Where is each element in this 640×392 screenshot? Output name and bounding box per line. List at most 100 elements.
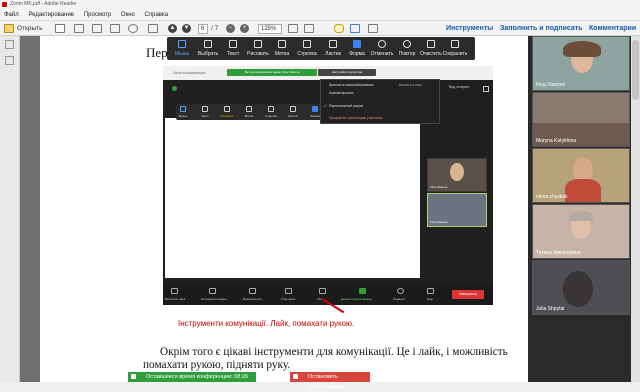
video-name-4: Тетяна Миколаївна	[536, 250, 581, 256]
page-number-input[interactable]: 6	[198, 24, 208, 34]
window-title: Zoom MK.pdf - Adobe Reader	[10, 1, 77, 7]
menu-window[interactable]: Окно	[121, 9, 135, 21]
check-icon: ✓	[324, 103, 328, 108]
page-total: / 7	[211, 25, 219, 32]
shared-whiteboard	[165, 118, 420, 278]
navigation-panel	[0, 36, 20, 382]
menu-help[interactable]: Справка	[145, 9, 169, 21]
inner-draw-label: Рисовать	[220, 114, 234, 118]
arrow-tool-icon[interactable]	[303, 40, 311, 48]
fullscreen-icon	[483, 86, 489, 92]
stop-share-button[interactable]: Остановить демонстрацию	[290, 372, 370, 390]
save-tool[interactable]: Сохранить	[440, 51, 470, 57]
inner-mouse-icon	[180, 106, 186, 112]
shape-tool-icon[interactable]	[353, 40, 361, 48]
window-title-bar: Zoom MK.pdf - Adobe Reader	[0, 0, 640, 9]
open-button[interactable]: Открыть	[17, 24, 43, 34]
figure-caption: Інструменти комунікації. Лайк, помахати …	[178, 319, 355, 328]
security-shield-icon	[172, 86, 177, 91]
embedded-mute-label: Включить звук	[165, 297, 186, 301]
inner-eraser-label: Ластик	[288, 114, 298, 118]
gallery-view-label: Вид галереи	[449, 85, 470, 89]
pdf-icon	[2, 2, 7, 7]
save-icon[interactable]	[74, 24, 84, 33]
undo-icon[interactable]	[378, 40, 386, 48]
menu-bar: Файл Редактирование Просмотр Окно Справк…	[0, 9, 640, 21]
view-options-button: Настройки просмотра	[318, 69, 376, 76]
video-tile-2: Maryna Katykhina	[532, 92, 630, 147]
participant-silhouette	[563, 271, 593, 307]
video-tile-4: Тетяна Миколаївна	[532, 204, 630, 259]
attachments-icon[interactable]	[5, 56, 14, 65]
inner-mouse-label: Мышь	[178, 114, 188, 118]
page-up-icon[interactable]: ▲	[168, 24, 177, 33]
embedded-participant-name-2: Irina Vlasova	[430, 220, 448, 224]
participant-shirt	[565, 179, 601, 202]
scrollbar-thumb[interactable]	[632, 40, 639, 100]
dropdown-item-stop-share: Прекратить трансляцию участника	[329, 116, 383, 120]
inner-eraser-icon	[290, 106, 296, 112]
inner-text-label: Текст	[201, 114, 209, 118]
sign-icon[interactable]	[368, 24, 378, 33]
zoom-out-icon[interactable]: −	[226, 24, 235, 33]
save-tool-icon[interactable]	[451, 40, 459, 48]
annotation-toolbar: Мышь Выбрать Текст Рисовать Метка Стрелк…	[167, 37, 475, 60]
select-tool-icon[interactable]	[204, 40, 212, 48]
video-name-3: olena chystiak	[536, 194, 568, 200]
wall-background	[533, 93, 629, 123]
stop-square-icon	[293, 374, 298, 379]
eraser-tool-icon[interactable]	[329, 40, 337, 48]
print-icon[interactable]	[92, 24, 102, 33]
menu-view[interactable]: Просмотр	[84, 9, 111, 21]
video-tile-5: Julia Shpytal	[532, 260, 630, 315]
mouse-tool-icon[interactable]	[178, 40, 186, 48]
fit-width-icon[interactable]	[288, 24, 298, 33]
zoom-select[interactable]: 125%	[258, 24, 282, 34]
zoom-in-icon[interactable]: +	[240, 24, 249, 33]
embedded-participants-icon	[285, 288, 292, 294]
viewing-screen-pill: Вы просматриваете экран Irina Vlasova	[227, 69, 317, 76]
embedded-participant-thumb-active: Irina Vlasova	[427, 193, 487, 227]
view-options-dropdown: Кратность масштабирования Вписать в окно…	[320, 79, 440, 124]
video-name-5: Julia Shpytal	[536, 306, 565, 312]
embedded-participants-label: Участники	[281, 297, 296, 301]
embedded-more-label: Еще	[427, 297, 434, 301]
stop-share-label: Остановить демонстрацию	[308, 374, 346, 390]
bookmarks-icon[interactable]	[5, 40, 14, 49]
meeting-time-bar: Оставшееся время конференции: 08:26	[128, 372, 256, 382]
fit-page-icon[interactable]	[304, 24, 314, 33]
embedded-more-icon	[427, 288, 434, 294]
embedded-end-button: Завершить	[452, 290, 484, 299]
comment-icon[interactable]	[334, 24, 344, 33]
stamp-tool-icon[interactable]	[278, 40, 286, 48]
participant-hair	[563, 41, 601, 57]
email-icon[interactable]	[110, 24, 120, 33]
menu-file[interactable]: Файл	[4, 9, 19, 21]
share-status-icon	[131, 374, 136, 379]
embedded-participant-thumb: Irina Vlasova	[427, 158, 487, 192]
print-2-icon[interactable]	[148, 24, 158, 33]
embedded-chat-icon	[319, 288, 326, 294]
video-tile-3: olena chystiak	[532, 148, 630, 203]
inner-draw-icon	[224, 106, 230, 112]
dropdown-item-fit: Вписать в окно	[399, 83, 422, 87]
dropdown-item-side-by-side: Параллельный режим	[329, 104, 363, 108]
menu-edit[interactable]: Редактирование	[28, 9, 74, 21]
embedded-participant-name: Irina Vlasova	[430, 185, 448, 189]
fill-sign-tab[interactable]: Заполнить и подписать	[500, 23, 583, 35]
folder-open-icon[interactable]	[4, 24, 14, 33]
comments-tab[interactable]: Комментарии	[589, 23, 636, 35]
inner-stamp-label: Метка	[244, 114, 254, 118]
tools-tab[interactable]: Инструменты	[446, 23, 493, 35]
draw-tool-icon[interactable]	[254, 40, 262, 48]
cloud-icon[interactable]	[128, 24, 138, 33]
inner-stamp-icon	[246, 106, 252, 112]
create-pdf-icon[interactable]	[55, 24, 65, 33]
text-tool-icon[interactable]	[229, 40, 237, 48]
redo-icon[interactable]	[403, 40, 411, 48]
heading-fragment: Пер	[146, 45, 168, 60]
highlight-icon[interactable]	[350, 24, 360, 33]
embedded-video-icon	[209, 288, 216, 294]
clear-icon[interactable]	[427, 40, 435, 48]
page-down-icon[interactable]: ▼	[182, 24, 191, 33]
